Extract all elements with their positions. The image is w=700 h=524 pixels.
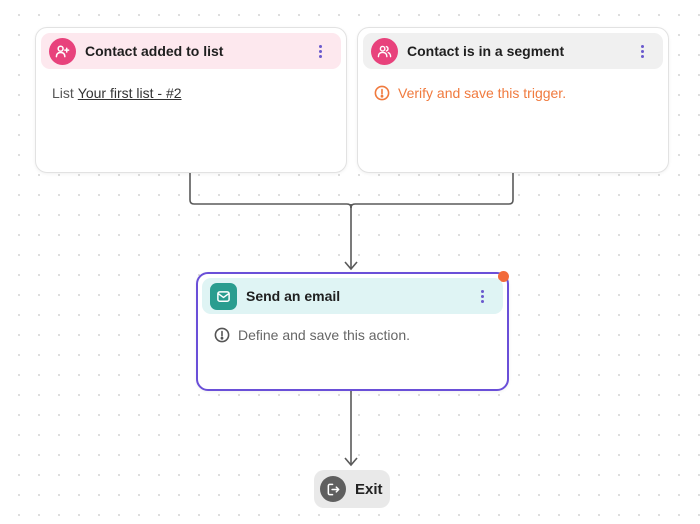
action-message: Define and save this action. xyxy=(214,327,410,343)
trigger-warning: Verify and save this trigger. xyxy=(374,85,566,101)
trigger-card-header: Contact is in a segment xyxy=(363,33,663,69)
more-options-icon[interactable] xyxy=(475,286,489,306)
info-icon xyxy=(214,327,230,343)
trigger-body: List Your first list - #2 xyxy=(52,85,182,101)
connector-right xyxy=(350,172,514,209)
trigger-title: Contact is in a segment xyxy=(407,43,565,59)
action-card-header: Send an email xyxy=(202,278,503,314)
action-card-send-email[interactable]: Send an email Define and save this actio… xyxy=(196,271,509,391)
list-label: List xyxy=(52,85,74,101)
user-plus-icon xyxy=(49,37,76,65)
trigger-card-header: Contact added to list xyxy=(41,33,341,69)
trigger-card-contact-added[interactable]: Contact added to list List Your first li… xyxy=(35,27,347,173)
warning-text: Verify and save this trigger. xyxy=(398,85,567,101)
more-options-icon[interactable] xyxy=(313,41,327,61)
action-title: Send an email xyxy=(246,288,341,304)
users-icon xyxy=(371,37,398,65)
warning-icon xyxy=(374,85,390,101)
connector-left xyxy=(189,172,352,209)
mail-icon xyxy=(210,282,237,310)
action-message-text: Define and save this action. xyxy=(238,327,410,343)
exit-node[interactable]: Exit xyxy=(314,470,390,508)
trigger-title: Contact added to list xyxy=(85,43,224,59)
more-options-icon[interactable] xyxy=(635,41,649,61)
list-link[interactable]: Your first list - #2 xyxy=(78,85,182,101)
trigger-card-contact-segment[interactable]: Contact is in a segment Verify and save … xyxy=(357,27,669,173)
exit-icon xyxy=(320,476,346,502)
exit-label: Exit xyxy=(355,480,383,498)
